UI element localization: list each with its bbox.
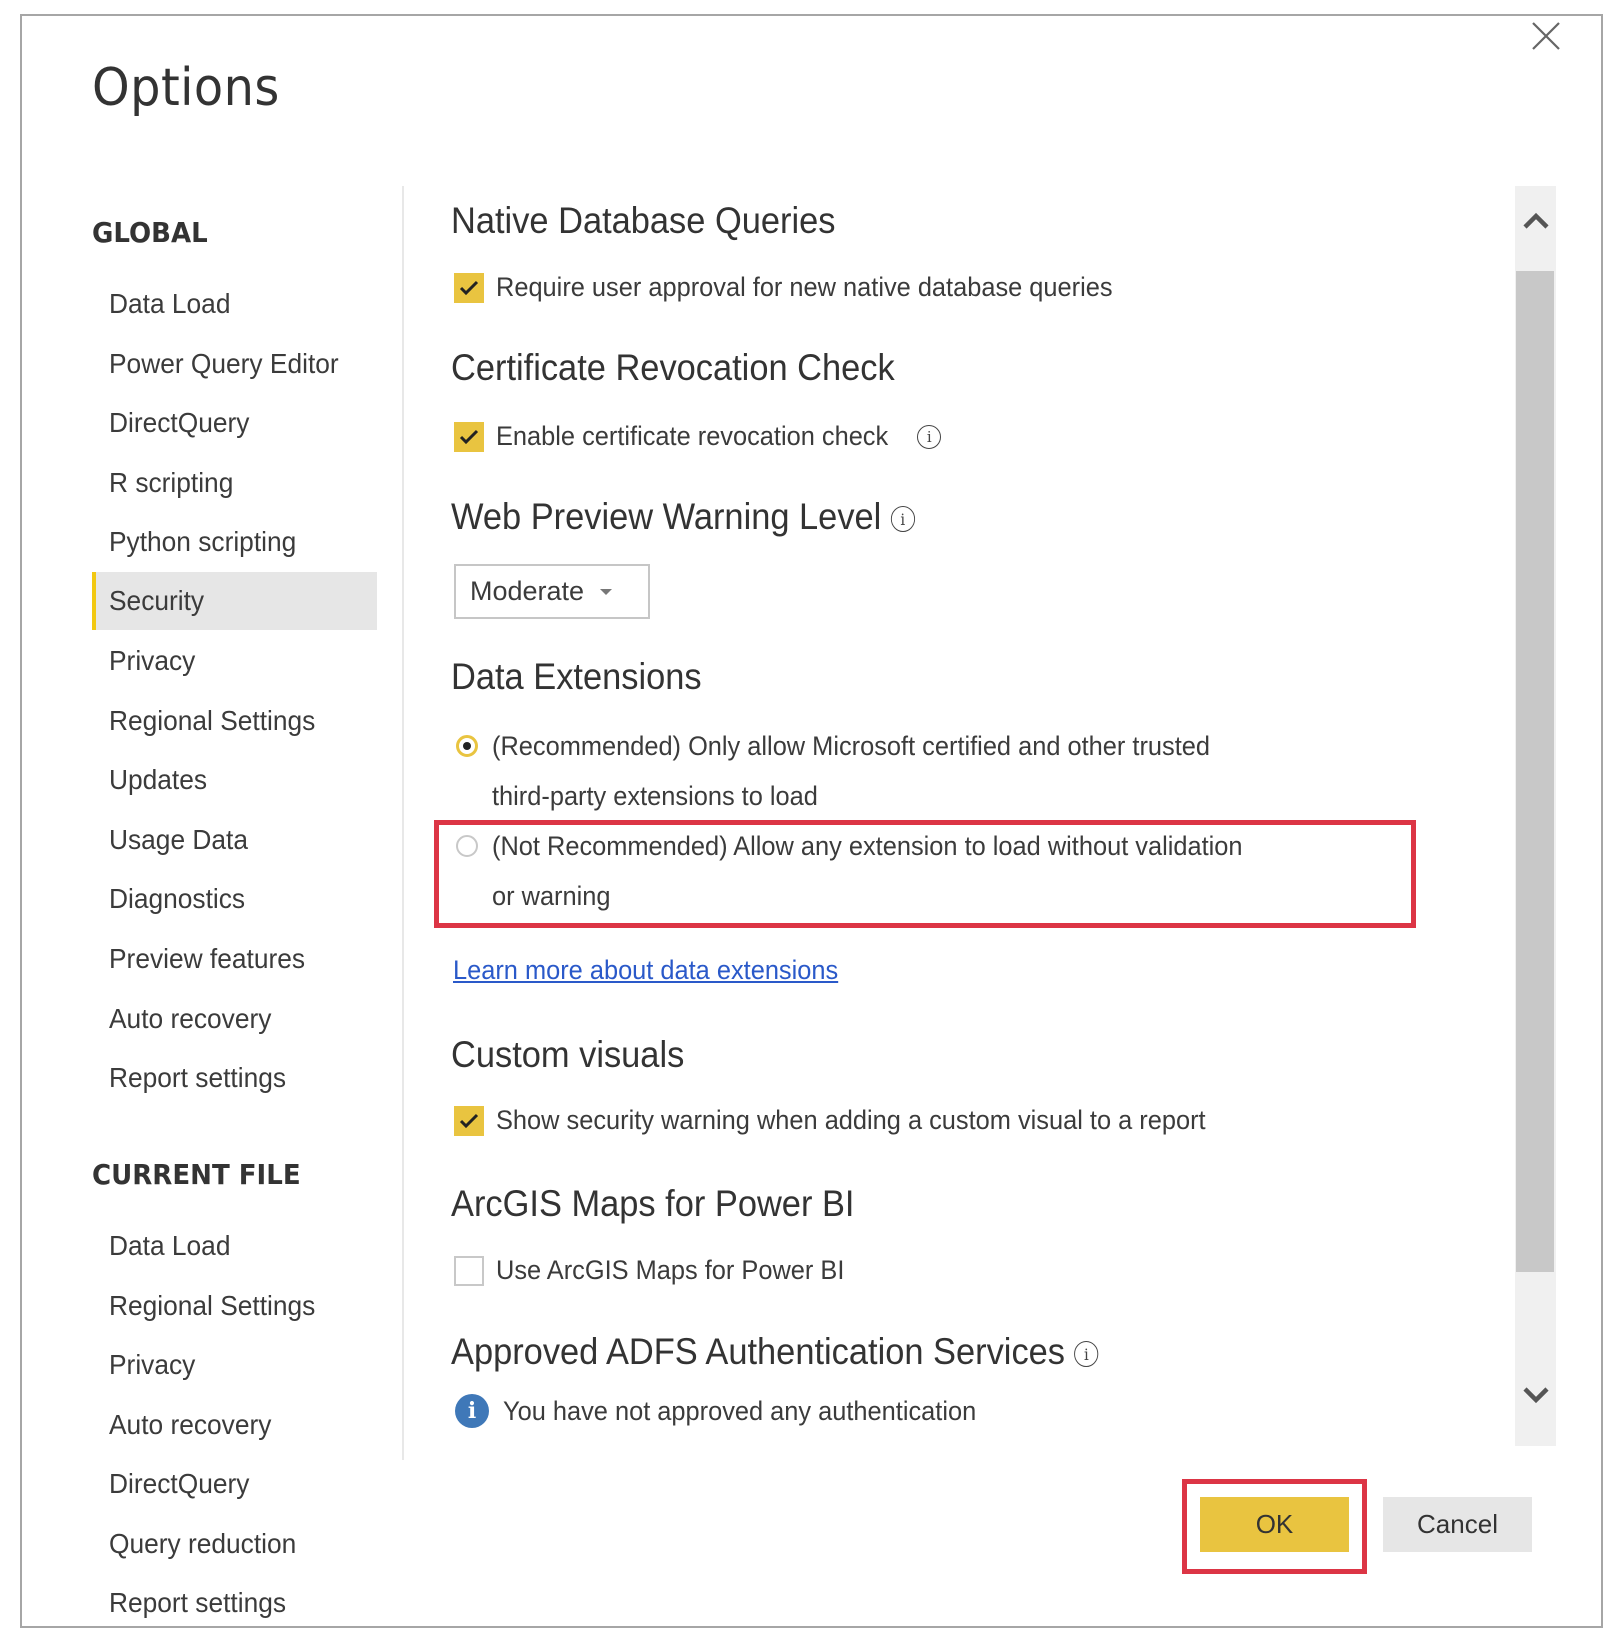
radio-recommended[interactable]: [456, 735, 478, 757]
cert-revocation-option: Enable certificate revocation check i: [454, 421, 942, 452]
custom-visuals-warning-label: Show security warning when adding a cust…: [496, 1105, 1206, 1135]
custom-visuals-warning-checkbox[interactable]: [454, 1105, 484, 1136]
sidebar-item-power-query-editor[interactable]: Power Query Editor: [92, 335, 377, 393]
sidebar-item-data-load[interactable]: Data Load: [92, 275, 377, 333]
custom-visuals-warning-option: Show security warning when adding a cust…: [454, 1105, 1251, 1136]
arcgis-label: Use ArcGIS Maps for Power BI: [496, 1255, 845, 1285]
sidebar-item-auto-recovery[interactable]: Auto recovery: [92, 990, 377, 1048]
sidebar-item-file-data-load[interactable]: Data Load: [92, 1217, 377, 1275]
sidebar-item-regional-settings[interactable]: Regional Settings: [92, 692, 377, 750]
cert-revocation-label: Enable certificate revocation check: [496, 421, 889, 451]
native-db-approval-label: Require user approval for new native dat…: [496, 272, 1113, 302]
close-button[interactable]: [1528, 18, 1564, 54]
ok-button[interactable]: OK: [1200, 1497, 1349, 1552]
heading-certificate-revocation-check: Certificate Revocation Check: [451, 347, 895, 388]
sidebar-item-updates[interactable]: Updates: [92, 751, 377, 809]
info-filled-icon: i: [455, 1394, 489, 1428]
cancel-button[interactable]: Cancel: [1383, 1497, 1532, 1552]
web-preview-warning-level-dropdown[interactable]: Moderate: [454, 564, 650, 619]
heading-approved-adfs: Approved ADFS Authentication Services i: [451, 1331, 1099, 1373]
scrollbar-thumb[interactable]: [1516, 271, 1554, 1272]
checkmark-icon: [459, 280, 479, 295]
close-icon: [1532, 22, 1560, 50]
native-db-approval-checkbox[interactable]: [454, 272, 484, 303]
heading-custom-visuals: Custom visuals: [451, 1034, 685, 1075]
info-icon[interactable]: i: [890, 506, 915, 533]
section-header-global: GLOBAL: [92, 216, 208, 249]
heading-arcgis-maps: ArcGIS Maps for Power BI: [451, 1183, 855, 1224]
sidebar-item-file-report-settings[interactable]: Report settings: [92, 1574, 377, 1632]
data-extensions-option-not-recommended[interactable]: (Not Recommended) Allow any extension to…: [456, 825, 1392, 921]
sidebar-item-file-auto-recovery[interactable]: Auto recovery: [92, 1396, 377, 1454]
learn-more-data-extensions-link[interactable]: Learn more about data extensions: [453, 955, 838, 986]
chevron-down-icon: [1522, 1387, 1549, 1404]
data-extensions-option-recommended[interactable]: (Recommended) Only allow Microsoft certi…: [456, 725, 1392, 821]
sidebar-item-report-settings[interactable]: Report settings: [92, 1049, 377, 1107]
chevron-down-icon: [600, 588, 613, 595]
sidebar-item-file-query-reduction[interactable]: Query reduction: [92, 1515, 377, 1573]
section-header-current-file: CURRENT FILE: [92, 1158, 301, 1191]
heading-web-preview-warning-level: Web Preview Warning Level i: [451, 496, 915, 538]
chevron-up-icon: [1522, 212, 1549, 229]
sidebar-item-privacy[interactable]: Privacy: [92, 632, 377, 690]
radio-not-recommended[interactable]: [456, 835, 478, 857]
arcgis-option: Use ArcGIS Maps for Power BI: [454, 1255, 867, 1286]
arcgis-checkbox[interactable]: [454, 1255, 484, 1286]
scroll-down-button[interactable]: [1515, 1360, 1556, 1430]
scroll-up-button[interactable]: [1515, 186, 1556, 256]
sidebar-item-python-scripting[interactable]: Python scripting: [92, 513, 377, 571]
native-db-approval-option: Require user approval for new native dat…: [454, 272, 1152, 303]
heading-native-database-queries: Native Database Queries: [451, 200, 836, 241]
sidebar-item-file-directquery[interactable]: DirectQuery: [92, 1455, 377, 1513]
dropdown-selected-value: Moderate: [470, 576, 585, 606]
sidebar-item-file-regional-settings[interactable]: Regional Settings: [92, 1277, 377, 1335]
sidebar-item-usage-data[interactable]: Usage Data: [92, 811, 377, 869]
checkmark-icon: [459, 1113, 479, 1128]
sidebar-divider: [402, 186, 404, 1460]
cert-revocation-checkbox[interactable]: [454, 421, 484, 452]
adfs-info-message: i You have not approved any authenticati…: [455, 1394, 1006, 1428]
info-icon[interactable]: i: [1074, 1341, 1099, 1368]
sidebar-item-preview-features[interactable]: Preview features: [92, 930, 377, 988]
dialog-title: Options: [92, 58, 280, 118]
checkmark-icon: [459, 429, 479, 444]
sidebar-item-r-scripting[interactable]: R scripting: [92, 454, 377, 512]
content-scrollbar[interactable]: [1515, 186, 1556, 1446]
heading-data-extensions: Data Extensions: [451, 656, 702, 697]
info-icon[interactable]: i: [917, 424, 942, 449]
sidebar-item-security[interactable]: Security: [92, 572, 377, 630]
sidebar-item-directquery[interactable]: DirectQuery: [92, 394, 377, 452]
sidebar-item-diagnostics[interactable]: Diagnostics: [92, 870, 377, 928]
sidebar-item-file-privacy[interactable]: Privacy: [92, 1336, 377, 1394]
